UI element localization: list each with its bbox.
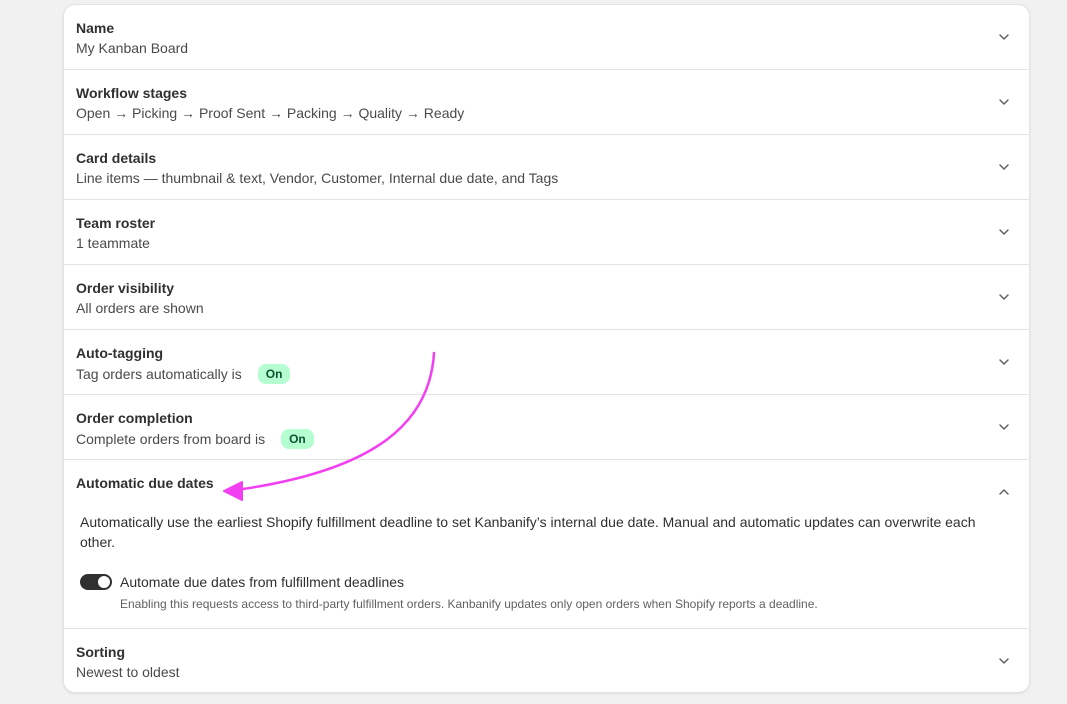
chevron-down-icon[interactable] xyxy=(997,225,1011,239)
chevron-down-icon[interactable] xyxy=(997,654,1011,668)
settings-card: Name My Kanban Board Workflow stages Ope… xyxy=(63,4,1030,693)
chevron-down-icon[interactable] xyxy=(997,355,1011,369)
section-team-roster[interactable]: Team roster 1 teammate xyxy=(64,200,1029,265)
toggle-help-text: Enabling this requests access to third-p… xyxy=(120,597,818,611)
section-order-completion[interactable]: Order completion Complete orders from bo… xyxy=(64,395,1029,460)
toggle-row: Automate due dates from fulfillment dead… xyxy=(80,573,1013,612)
status-badge: On xyxy=(281,429,314,449)
section-summary: All orders are shown xyxy=(76,300,204,316)
section-name[interactable]: Name My Kanban Board xyxy=(64,5,1029,70)
section-summary: Open → Picking → Proof Sent → Packing → … xyxy=(76,105,465,121)
section-description: Automatically use the earliest Shopify f… xyxy=(80,514,976,550)
chevron-down-icon[interactable] xyxy=(997,30,1011,44)
summary-text: Complete orders from board is xyxy=(76,431,266,447)
chevron-up-icon[interactable] xyxy=(997,485,1011,499)
section-summary: Complete orders from board is On xyxy=(76,429,1017,449)
chevron-down-icon[interactable] xyxy=(997,160,1011,174)
chevron-down-icon[interactable] xyxy=(997,420,1011,434)
section-title: Name xyxy=(76,20,115,36)
section-summary: My Kanban Board xyxy=(76,40,189,56)
status-badge: On xyxy=(257,364,291,384)
section-auto-tagging[interactable]: Auto-tagging Tag orders automatically is… xyxy=(64,330,1029,395)
summary-text: Tag orders automatically is xyxy=(76,366,242,382)
toggle-knob xyxy=(98,576,110,588)
section-summary: 1 teammate xyxy=(76,235,150,251)
section-workflow-stages[interactable]: Workflow stages Open → Picking → Proof S… xyxy=(64,70,1029,135)
chevron-down-icon[interactable] xyxy=(997,95,1011,109)
section-summary: Newest to oldest xyxy=(76,664,180,680)
section-title: Team roster xyxy=(76,215,156,231)
section-sorting[interactable]: Sorting Newest to oldest xyxy=(64,629,1029,692)
section-card-details[interactable]: Card details Line items — thumbnail & te… xyxy=(64,135,1029,200)
section-title: Auto-tagging xyxy=(76,345,164,361)
automate-due-dates-toggle[interactable] xyxy=(80,574,112,590)
section-title: Workflow stages xyxy=(76,85,187,101)
toggle-text: Automate due dates from fulfillment dead… xyxy=(120,573,818,612)
section-body: Automatically use the earliest Shopify f… xyxy=(76,512,1017,612)
section-title: Order visibility xyxy=(76,280,175,296)
section-title[interactable]: Automatic due dates xyxy=(76,474,1017,492)
section-title: Sorting xyxy=(76,644,125,660)
chevron-down-icon[interactable] xyxy=(997,290,1011,304)
section-title: Order completion xyxy=(76,410,193,426)
section-summary: Tag orders automatically is On xyxy=(76,364,1017,384)
section-order-visibility[interactable]: Order visibility All orders are shown xyxy=(64,265,1029,330)
section-title: Card details xyxy=(76,150,157,166)
toggle-label[interactable]: Automate due dates from fulfillment dead… xyxy=(120,573,818,591)
section-summary: Line items — thumbnail & text, Vendor, C… xyxy=(76,170,559,186)
section-automatic-due-dates: Automatic due dates Automatically use th… xyxy=(64,460,1029,629)
